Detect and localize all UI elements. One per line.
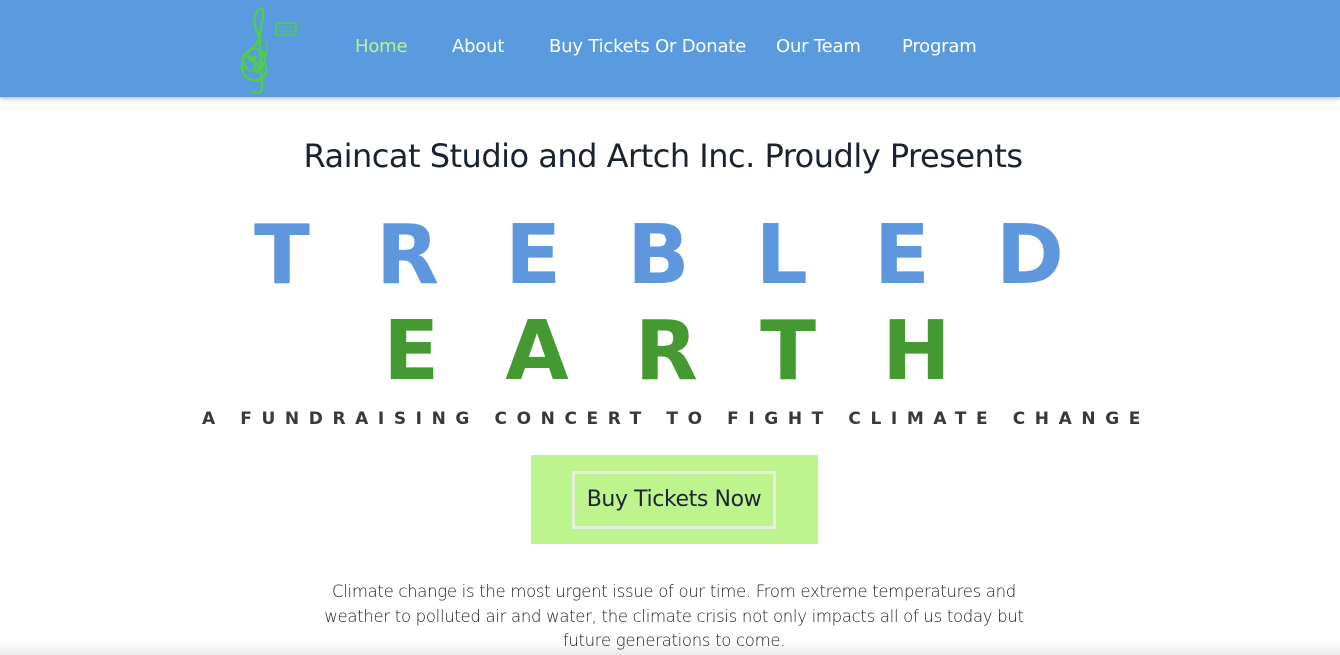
buy-tickets-now-button[interactable]: Buy Tickets Now [572,471,776,529]
presents-heading: Raincat Studio and Artch Inc. Proudly Pr… [303,137,1023,175]
concert-subtitle: A FUNDRAISING CONCERT TO FIGHT CLIMATE C… [202,409,1150,429]
intro-paragraph: Climate change is the most urgent issue … [324,582,1024,650]
title-trebled: TREBLED [254,208,1130,303]
title-earth: EARTH [383,304,1017,399]
nav-item-buy-tickets-or-donate[interactable]: Buy Tickets Or Donate [549,36,746,57]
nav-item-home[interactable]: Home [355,36,408,57]
nav-item-about[interactable]: About [452,36,504,57]
treble-clef-earth-logo-icon[interactable] [232,4,300,94]
site-header: Home About Buy Tickets Or Donate Our Tea… [0,0,1340,97]
nav-item-program[interactable]: Program [902,36,977,57]
nav-item-our-team[interactable]: Our Team [776,36,861,57]
